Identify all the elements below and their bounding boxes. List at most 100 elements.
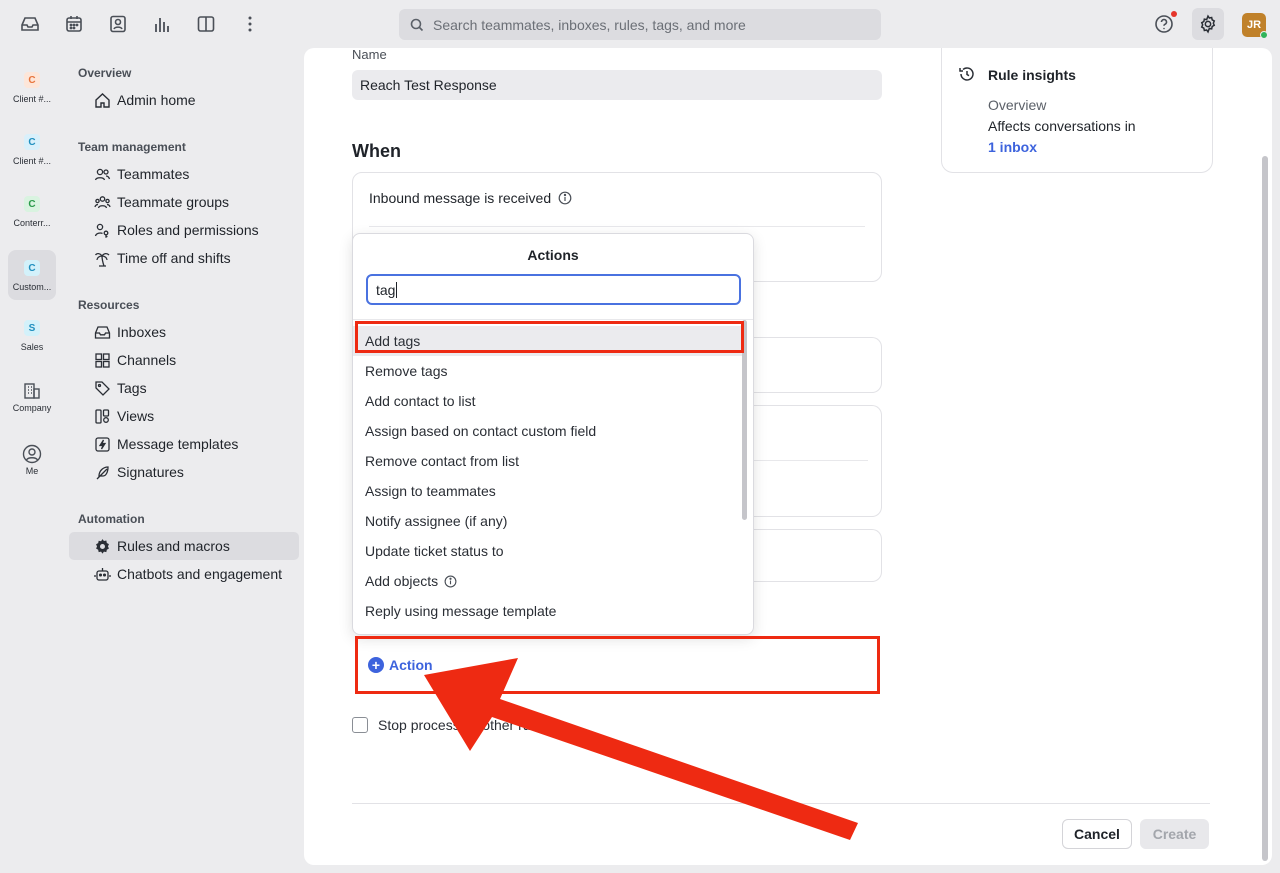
nav-item-inboxes[interactable]: Inboxes	[69, 318, 299, 346]
action-option-assign-teammates[interactable]: Assign to teammates	[353, 476, 743, 506]
tag-icon	[93, 379, 111, 397]
insights-affects-text: Affects conversations in	[988, 118, 1136, 134]
nav-item-label: Tags	[117, 380, 147, 396]
search-placeholder: Search teammates, inboxes, rules, tags, …	[433, 16, 746, 33]
condition-card	[740, 337, 882, 393]
nav-item-rules-and-macros[interactable]: Rules and macros	[69, 532, 299, 560]
gear-icon	[1200, 14, 1216, 34]
workspace-label: Sales	[20, 342, 44, 352]
nav-item-admin-home[interactable]: Admin home	[69, 86, 299, 114]
user-avatar[interactable]: JR	[1242, 13, 1268, 39]
rail-workspace-sales[interactable]: S Sales	[8, 315, 56, 363]
card-divider	[753, 460, 868, 461]
calendar-icon[interactable]	[62, 12, 86, 36]
nav-item-roles[interactable]: Roles and permissions	[69, 216, 299, 244]
nav-heading-automation: Automation	[78, 512, 145, 526]
robot-icon	[93, 565, 111, 583]
stop-processing-label: Stop processing other rules	[378, 717, 549, 733]
action-option-remove-contact[interactable]: Remove contact from list	[353, 446, 743, 476]
action-option-notify-assignee[interactable]: Notify assignee (if any)	[353, 506, 743, 536]
action-card	[740, 405, 882, 517]
rule-insights-card	[941, 48, 1213, 173]
info-icon[interactable]	[558, 191, 572, 205]
workspace-badge: C	[24, 260, 40, 276]
search-icon	[410, 18, 424, 31]
action-option-update-status[interactable]: Update ticket status to	[353, 536, 743, 566]
nav-item-label: Inboxes	[117, 324, 167, 340]
nav-heading-overview: Overview	[78, 66, 132, 80]
rule-name-input[interactable]: Reach Test Response	[352, 70, 882, 100]
insights-inbox-link[interactable]: 1 inbox	[988, 139, 1037, 155]
workspace-badge: S	[24, 320, 40, 336]
rail-workspace-client-1[interactable]: C Client #...	[8, 67, 56, 115]
action-option-remove-tags[interactable]: Remove tags	[353, 356, 743, 386]
views-icon	[93, 407, 111, 425]
analytics-icon[interactable]	[150, 12, 174, 36]
rail-company[interactable]: Company	[8, 377, 56, 425]
highlight-box-add-tags	[355, 321, 744, 353]
avatar-initials: JR	[1246, 19, 1262, 31]
workspace-label: Client #...	[12, 156, 52, 166]
nav-item-label: Roles and permissions	[117, 222, 259, 238]
nav-item-chatbots[interactable]: Chatbots and engagement	[69, 560, 299, 588]
action-option-add-objects[interactable]: Add objects	[353, 566, 743, 596]
nav-item-teammates[interactable]: Teammates	[69, 160, 299, 188]
create-button[interactable]: Create	[1140, 819, 1209, 849]
nav-item-teammate-groups[interactable]: Teammate groups	[69, 188, 299, 216]
rail-me-label: Me	[25, 466, 39, 476]
nav-item-tags[interactable]: Tags	[69, 374, 299, 402]
workspace-badge: C	[24, 72, 40, 88]
more-vertical-icon[interactable]	[238, 12, 262, 36]
cancel-button[interactable]: Cancel	[1062, 819, 1132, 849]
inbox-icon[interactable]	[18, 12, 42, 36]
nav-item-time-off[interactable]: Time off and shifts	[69, 244, 299, 272]
help-icon[interactable]	[1152, 11, 1177, 36]
building-icon	[24, 383, 40, 399]
inbox-icon	[93, 323, 111, 341]
nav-item-label: Rules and macros	[117, 538, 230, 554]
settings-button[interactable]	[1192, 8, 1224, 40]
user-group-icon	[93, 193, 111, 211]
nav-item-label: Teammates	[117, 166, 190, 182]
rail-workspace-content[interactable]: C Conterr...	[8, 191, 56, 239]
user-key-icon	[93, 221, 111, 239]
history-icon	[958, 65, 976, 86]
nav-item-label: Chatbots and engagement	[117, 566, 283, 582]
trigger-row[interactable]: Inbound message is received	[369, 190, 572, 206]
rail-workspace-client-2[interactable]: C Client #...	[8, 129, 56, 177]
nav-heading-team: Team management	[78, 140, 186, 154]
nav-item-channels[interactable]: Channels	[69, 346, 299, 374]
nav-item-signatures[interactable]: Signatures	[69, 458, 299, 486]
action-option-add-contact-to-list[interactable]: Add contact to list	[353, 386, 743, 416]
notification-dot	[1171, 11, 1177, 17]
action-option-reply-template[interactable]: Reply using message template	[353, 596, 743, 626]
rail-company-label: Company	[12, 403, 52, 413]
nav-item-message-templates[interactable]: Message templates	[69, 430, 299, 458]
rail-workspace-customer[interactable]: C Custom...	[8, 250, 56, 300]
footer-divider	[352, 803, 1210, 804]
users-icon	[93, 165, 111, 183]
grid-icon	[93, 351, 111, 369]
nav-item-label: Channels	[117, 352, 177, 368]
contacts-icon[interactable]	[106, 12, 130, 36]
nav-item-label: Signatures	[117, 464, 184, 480]
main-scrollbar[interactable]	[1262, 156, 1268, 861]
workspace-label: Client #...	[12, 94, 52, 104]
card-divider	[369, 226, 865, 227]
lightning-icon	[93, 435, 111, 453]
top-bar: Search teammates, inboxes, rules, tags, …	[0, 0, 1280, 48]
option-label: Add objects	[365, 573, 439, 589]
action-option-assign-custom-field[interactable]: Assign based on contact custom field	[353, 416, 743, 446]
actions-list: Add tags Remove tags Add contact to list…	[353, 326, 743, 626]
workspace-label: Conterr...	[13, 218, 51, 228]
nav-item-views[interactable]: Views	[69, 402, 299, 430]
actions-search-input[interactable]: tag	[366, 274, 741, 305]
workspace-badge: C	[24, 134, 40, 150]
add-action-label: Action	[389, 657, 433, 673]
split-view-icon[interactable]	[194, 12, 218, 36]
add-action-button[interactable]: + Action	[368, 657, 433, 673]
global-search-input[interactable]: Search teammates, inboxes, rules, tags, …	[399, 9, 881, 40]
rail-me[interactable]: Me	[8, 439, 56, 487]
stop-processing-checkbox[interactable]	[352, 717, 368, 733]
stop-processing-row[interactable]: Stop processing other rules	[352, 717, 548, 733]
